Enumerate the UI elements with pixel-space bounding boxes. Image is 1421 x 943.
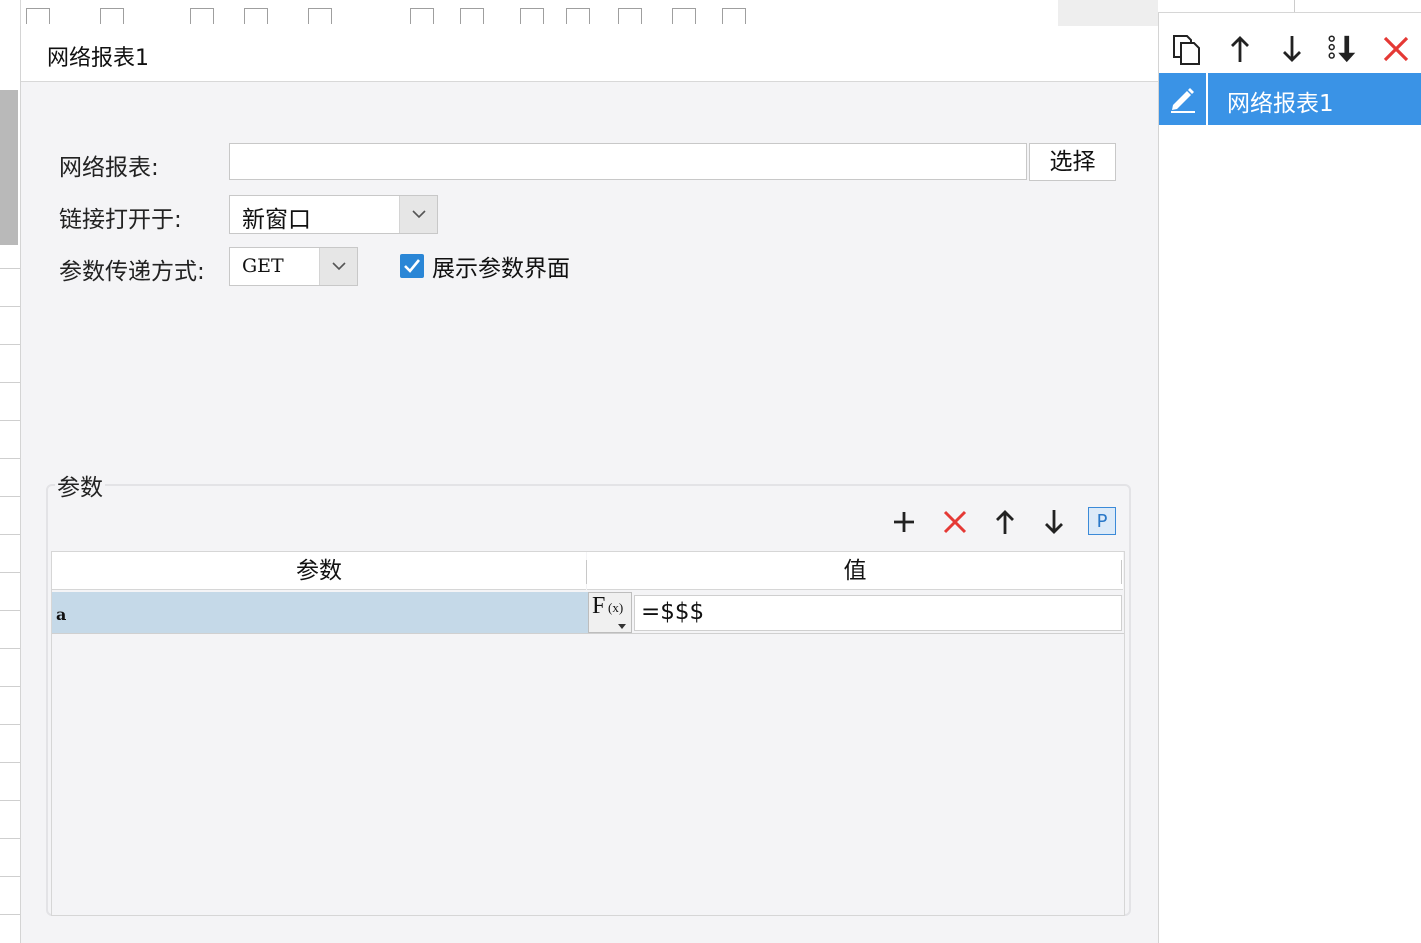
params-legend: 参数: [55, 468, 105, 502]
hyperlink-dialog: 网络报表1 网络报表: 选择 链接打开于: 新窗口 参数传递方式: GET 展示…: [20, 26, 1158, 943]
image-icon: [566, 8, 590, 24]
chevron-down-icon[interactable]: [319, 248, 357, 285]
chart-icon: [520, 8, 544, 24]
delete-icon[interactable]: [941, 508, 969, 536]
method-select[interactable]: GET: [229, 247, 358, 286]
open-in-label: 链接打开于:: [59, 207, 182, 233]
table-row[interactable]: [52, 592, 588, 633]
checkmark-icon: [404, 259, 421, 273]
open-in-select[interactable]: 新窗口: [229, 195, 438, 234]
open-in-value: 新窗口: [242, 207, 311, 233]
table-icon: [190, 8, 214, 24]
grid-icon: [244, 8, 268, 24]
dialog-title: 网络报表1: [47, 46, 149, 71]
parameter-p-icon[interactable]: P: [1088, 507, 1116, 535]
formula-icon: [460, 8, 484, 24]
move-up-icon[interactable]: [1224, 32, 1256, 66]
align-icon: [308, 8, 332, 24]
background-sheet: [0, 0, 21, 943]
params-table: 参数 值 a F (x) =$$$: [51, 551, 1125, 916]
hyperlink-list-panel: 网络报表1: [1158, 13, 1421, 943]
report-input[interactable]: [229, 143, 1027, 180]
hyperlink-list-item[interactable]: 网络报表1: [1159, 73, 1421, 125]
format-painter-icon: [26, 8, 50, 24]
hyperlink-item-label: 网络报表1: [1227, 91, 1334, 117]
delete-icon[interactable]: [1380, 32, 1412, 66]
method-value: GET: [242, 255, 284, 277]
move-down-icon[interactable]: [1040, 508, 1068, 536]
sort-icon[interactable]: [1327, 32, 1359, 66]
report-label: 网络报表:: [59, 155, 159, 181]
text-align-icon: [410, 8, 434, 24]
edit-pencil-icon[interactable]: [1159, 73, 1208, 125]
column-header-value[interactable]: 值: [587, 552, 1123, 590]
show-params-checkbox[interactable]: [400, 254, 424, 278]
column-header-param[interactable]: 参数: [52, 552, 586, 590]
background-toolbar: [0, 0, 1058, 27]
param-name-cell[interactable]: a: [56, 605, 66, 624]
background-area: [1058, 0, 1158, 26]
copy-icon[interactable]: [1171, 32, 1203, 66]
frame-icon: [722, 8, 746, 24]
param-value-text: =$$$: [641, 599, 705, 625]
right-panel-top-strip: [1158, 0, 1421, 13]
method-label: 参数传递方式:: [59, 259, 205, 285]
chevron-down-icon[interactable]: [399, 196, 437, 233]
select-button[interactable]: 选择: [1029, 143, 1116, 181]
dialog-header: 网络报表1: [21, 26, 1158, 82]
param-value-input[interactable]: =$$$: [634, 595, 1122, 631]
show-params-label[interactable]: 展示参数界面: [432, 249, 570, 283]
add-icon[interactable]: [890, 508, 918, 536]
move-up-icon[interactable]: [991, 508, 1019, 536]
document-icon: [672, 8, 696, 24]
formula-fx-icon[interactable]: F (x): [588, 592, 632, 633]
move-down-icon[interactable]: [1276, 32, 1308, 66]
font-icon: [100, 8, 124, 24]
pointer-icon: [618, 8, 642, 24]
